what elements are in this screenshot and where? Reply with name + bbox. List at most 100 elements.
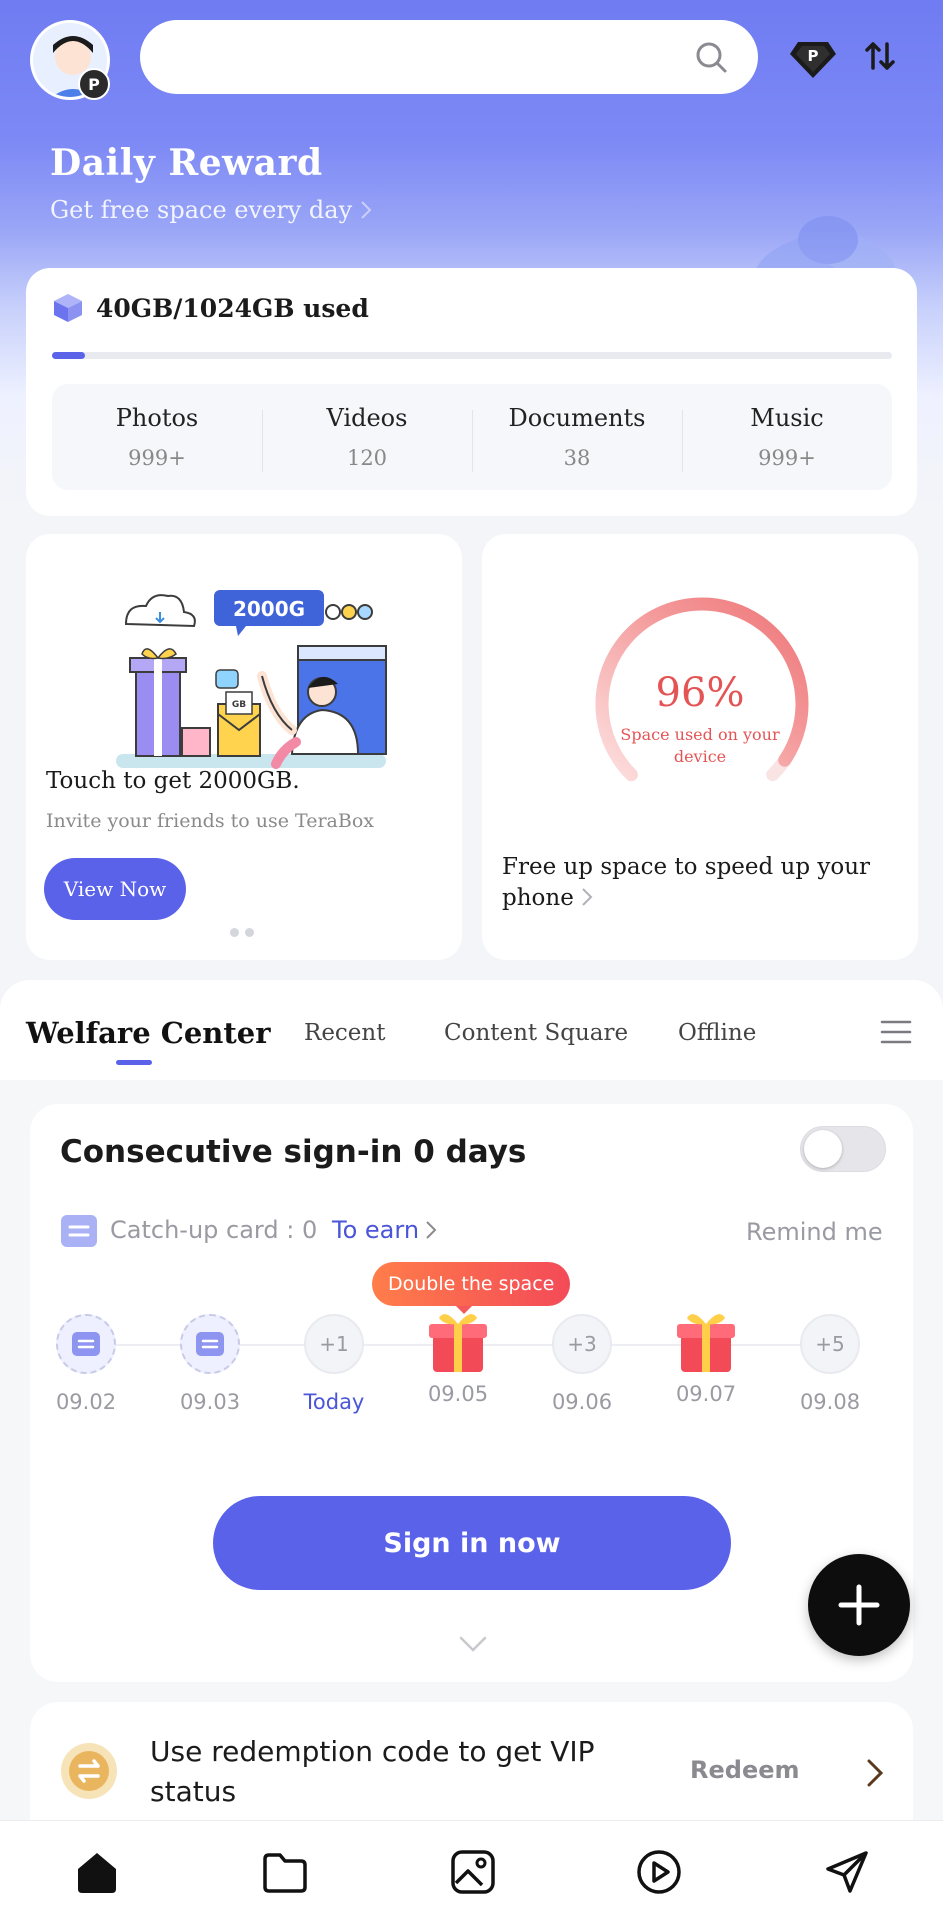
storage-progress-bar <box>52 352 892 359</box>
to-earn-link[interactable]: To earn <box>332 1216 437 1244</box>
cube-icon <box>54 294 82 322</box>
file-type-stats: Photos 999+ Videos 120 Documents 38 Musi… <box>52 384 892 490</box>
signin-day: 09.02 <box>54 1314 118 1414</box>
catch-up-card-icon <box>56 1314 116 1374</box>
to-earn-label: To earn <box>332 1216 420 1244</box>
redeem-card[interactable]: Use redemption code to get VIP status Re… <box>30 1702 913 1820</box>
stat-value: 999+ <box>128 446 186 470</box>
remind-me-label[interactable]: Remind me <box>746 1218 883 1246</box>
signin-card: Consecutive sign-in 0 days Catch-up card… <box>30 1104 913 1682</box>
signin-day: 09.05 <box>426 1314 490 1406</box>
redeem-button[interactable]: Redeem <box>690 1756 800 1784</box>
signin-day: +1 Today <box>302 1314 366 1414</box>
promo-description: Invite your friends to use TeraBox <box>46 810 374 832</box>
stat-label: Videos <box>326 404 408 432</box>
stat-value: 999+ <box>758 446 816 470</box>
chevron-right-icon <box>582 888 593 906</box>
active-tab-indicator <box>116 1060 152 1065</box>
signin-day: 09.03 <box>178 1314 242 1414</box>
search-input[interactable] <box>140 20 758 94</box>
space-caption: Space used on your device <box>620 725 780 766</box>
daily-reward-subtitle[interactable]: Get free space every day <box>50 196 372 224</box>
play-icon[interactable] <box>634 1847 684 1897</box>
stat-label: Documents <box>508 404 646 432</box>
redeem-coin-icon <box>61 1743 117 1799</box>
catch-up-card-icon <box>61 1215 97 1247</box>
gift-icon <box>677 1314 735 1372</box>
carousel-dots <box>230 928 254 937</box>
toggle-knob <box>804 1130 842 1168</box>
signin-title: Consecutive sign-in 0 days <box>60 1134 527 1170</box>
day-date: Today <box>303 1390 365 1414</box>
carousel-dot <box>230 928 239 937</box>
stat-documents[interactable]: Documents 38 <box>472 404 682 472</box>
day-reward-circle: +1 <box>304 1314 364 1374</box>
vip-badge: P <box>78 68 110 100</box>
tab-bar: Welfare Center Recent Content Square Off… <box>0 980 943 1080</box>
tab-recent[interactable]: Recent <box>304 1020 385 1046</box>
add-fab-button[interactable] <box>808 1554 910 1656</box>
catch-up-card-icon <box>180 1314 240 1374</box>
stat-videos[interactable]: Videos 120 <box>262 404 472 472</box>
view-now-button[interactable]: View Now <box>44 858 186 920</box>
daily-reward-subtitle-text: Get free space every day <box>50 196 353 224</box>
promo-title: Touch to get 2000GB. <box>46 768 300 794</box>
remind-toggle[interactable] <box>800 1126 886 1172</box>
signin-day: +3 09.06 <box>550 1314 614 1414</box>
gift-icon <box>429 1314 487 1372</box>
tab-content-square[interactable]: Content Square <box>444 1020 628 1046</box>
stat-music[interactable]: Music 999+ <box>682 404 892 472</box>
double-space-tooltip: Double the space <box>372 1262 571 1314</box>
day-reward-circle: +5 <box>800 1314 860 1374</box>
card-icon <box>196 1332 224 1356</box>
space-percent: 96% <box>655 670 745 716</box>
day-date: 09.02 <box>55 1390 117 1414</box>
carousel-dot <box>245 928 254 937</box>
send-icon[interactable] <box>822 1847 872 1897</box>
tab-offline[interactable]: Offline <box>678 1020 756 1046</box>
chevron-right-icon <box>426 1221 437 1239</box>
day-date: 09.07 <box>675 1382 737 1406</box>
storage-used-text: 40GB/1024GB used <box>96 294 369 323</box>
day-date: 09.08 <box>799 1390 861 1414</box>
svg-text:P: P <box>808 47 819 65</box>
signin-day: 09.07 <box>674 1314 738 1406</box>
menu-icon[interactable] <box>880 1018 912 1046</box>
day-date: 09.06 <box>551 1390 613 1414</box>
signin-day: +5 09.08 <box>798 1314 862 1414</box>
day-date: 09.03 <box>179 1390 241 1414</box>
chevron-right-icon[interactable] <box>866 1758 884 1788</box>
device-space-card[interactable]: 96% Space used on your device Free up sp… <box>482 534 918 960</box>
invite-promo-card[interactable]: 2000G GB Touch to get 2000GB. Invite you… <box>26 534 462 960</box>
stat-photos[interactable]: Photos 999+ <box>52 404 262 470</box>
plus-icon <box>838 1584 880 1626</box>
chevron-down-icon[interactable] <box>458 1634 488 1654</box>
free-up-space-link[interactable]: Free up space to speed up your phone <box>502 852 882 914</box>
diamond-vip-icon[interactable]: P <box>790 38 836 78</box>
chevron-right-icon <box>361 201 372 219</box>
tab-welfare-center[interactable]: Welfare Center <box>26 1016 271 1050</box>
bottom-nav <box>0 1820 943 1920</box>
day-date: 09.05 <box>427 1382 489 1406</box>
redeem-description: Use redemption code to get VIP status <box>150 1735 595 1808</box>
catch-up-card-count: Catch-up card : 0 <box>110 1216 318 1244</box>
folder-icon[interactable] <box>260 1847 310 1897</box>
sign-in-now-button[interactable]: Sign in now <box>213 1496 731 1590</box>
card-icon <box>72 1332 100 1356</box>
daily-reward-title[interactable]: Daily Reward <box>50 142 323 184</box>
stat-label: Music <box>750 404 824 432</box>
gb-tag-text: GB <box>232 700 246 710</box>
stat-label: Photos <box>115 404 199 432</box>
promo-badge-text: 2000G <box>233 597 305 621</box>
day-reward-circle: +3 <box>552 1314 612 1374</box>
storage-progress-fill <box>52 352 85 359</box>
home-icon[interactable] <box>72 1847 122 1897</box>
stat-value: 38 <box>563 446 591 470</box>
photo-icon[interactable] <box>448 1847 498 1897</box>
stat-value: 120 <box>346 446 388 470</box>
storage-card[interactable]: 40GB/1024GB used Photos 999+ Videos 120 … <box>26 268 917 516</box>
free-up-text: Free up space to speed up your phone <box>502 854 871 911</box>
transfer-icon[interactable] <box>862 38 898 74</box>
invite-illustration: 2000G GB <box>116 590 387 769</box>
search-icon[interactable] <box>694 40 728 74</box>
